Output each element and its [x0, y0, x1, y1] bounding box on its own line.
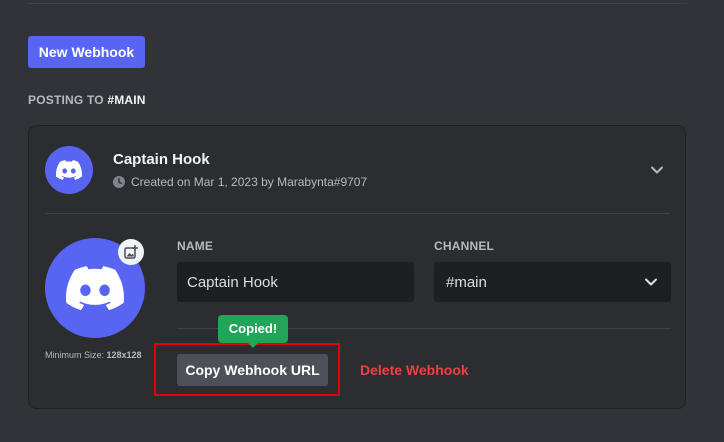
discord-logo-icon: [66, 266, 124, 310]
posting-channel: #MAIN: [107, 93, 146, 107]
image-upload-icon: [124, 245, 138, 259]
discord-logo-icon: [56, 160, 82, 180]
webhook-card: Captain Hook Created on Mar 1, 2023 by M…: [28, 125, 686, 409]
clock-icon: [113, 176, 125, 188]
posting-to-label: POSTING TO #MAIN: [28, 93, 146, 107]
webhook-created-info: Created on Mar 1, 2023 by Marabynta#9707: [113, 175, 367, 189]
channel-select-value: #main: [446, 273, 487, 291]
webhooks-panel: New Webhook POSTING TO #MAIN Captain Hoo…: [0, 0, 724, 442]
new-webhook-button[interactable]: New Webhook: [28, 36, 145, 68]
min-size-prefix: Minimum Size:: [45, 350, 107, 360]
name-field-label: NAME: [177, 239, 214, 253]
minimum-size-hint: Minimum Size: 128x128: [45, 350, 142, 360]
webhook-avatar-small[interactable]: [45, 146, 93, 194]
channel-select[interactable]: #main: [434, 262, 671, 302]
channel-field-label: CHANNEL: [434, 239, 495, 253]
chevron-down-icon[interactable]: [649, 162, 665, 178]
copied-tooltip: Copied!: [218, 315, 288, 343]
avatar-upload-button[interactable]: [118, 239, 144, 265]
chevron-down-icon: [645, 278, 657, 286]
webhook-name-input[interactable]: [177, 262, 414, 302]
divider: [28, 3, 687, 4]
delete-webhook-button[interactable]: Delete Webhook: [360, 362, 469, 378]
webhook-name-heading: Captain Hook: [113, 151, 210, 168]
min-size-value: 128x128: [106, 350, 142, 360]
copy-webhook-url-button[interactable]: Copy Webhook URL: [177, 354, 328, 386]
divider: [45, 213, 670, 214]
posting-prefix: POSTING TO: [28, 93, 108, 107]
tooltip-arrow: [248, 343, 258, 348]
created-text: Created on Mar 1, 2023 by Marabynta#9707: [131, 175, 368, 189]
